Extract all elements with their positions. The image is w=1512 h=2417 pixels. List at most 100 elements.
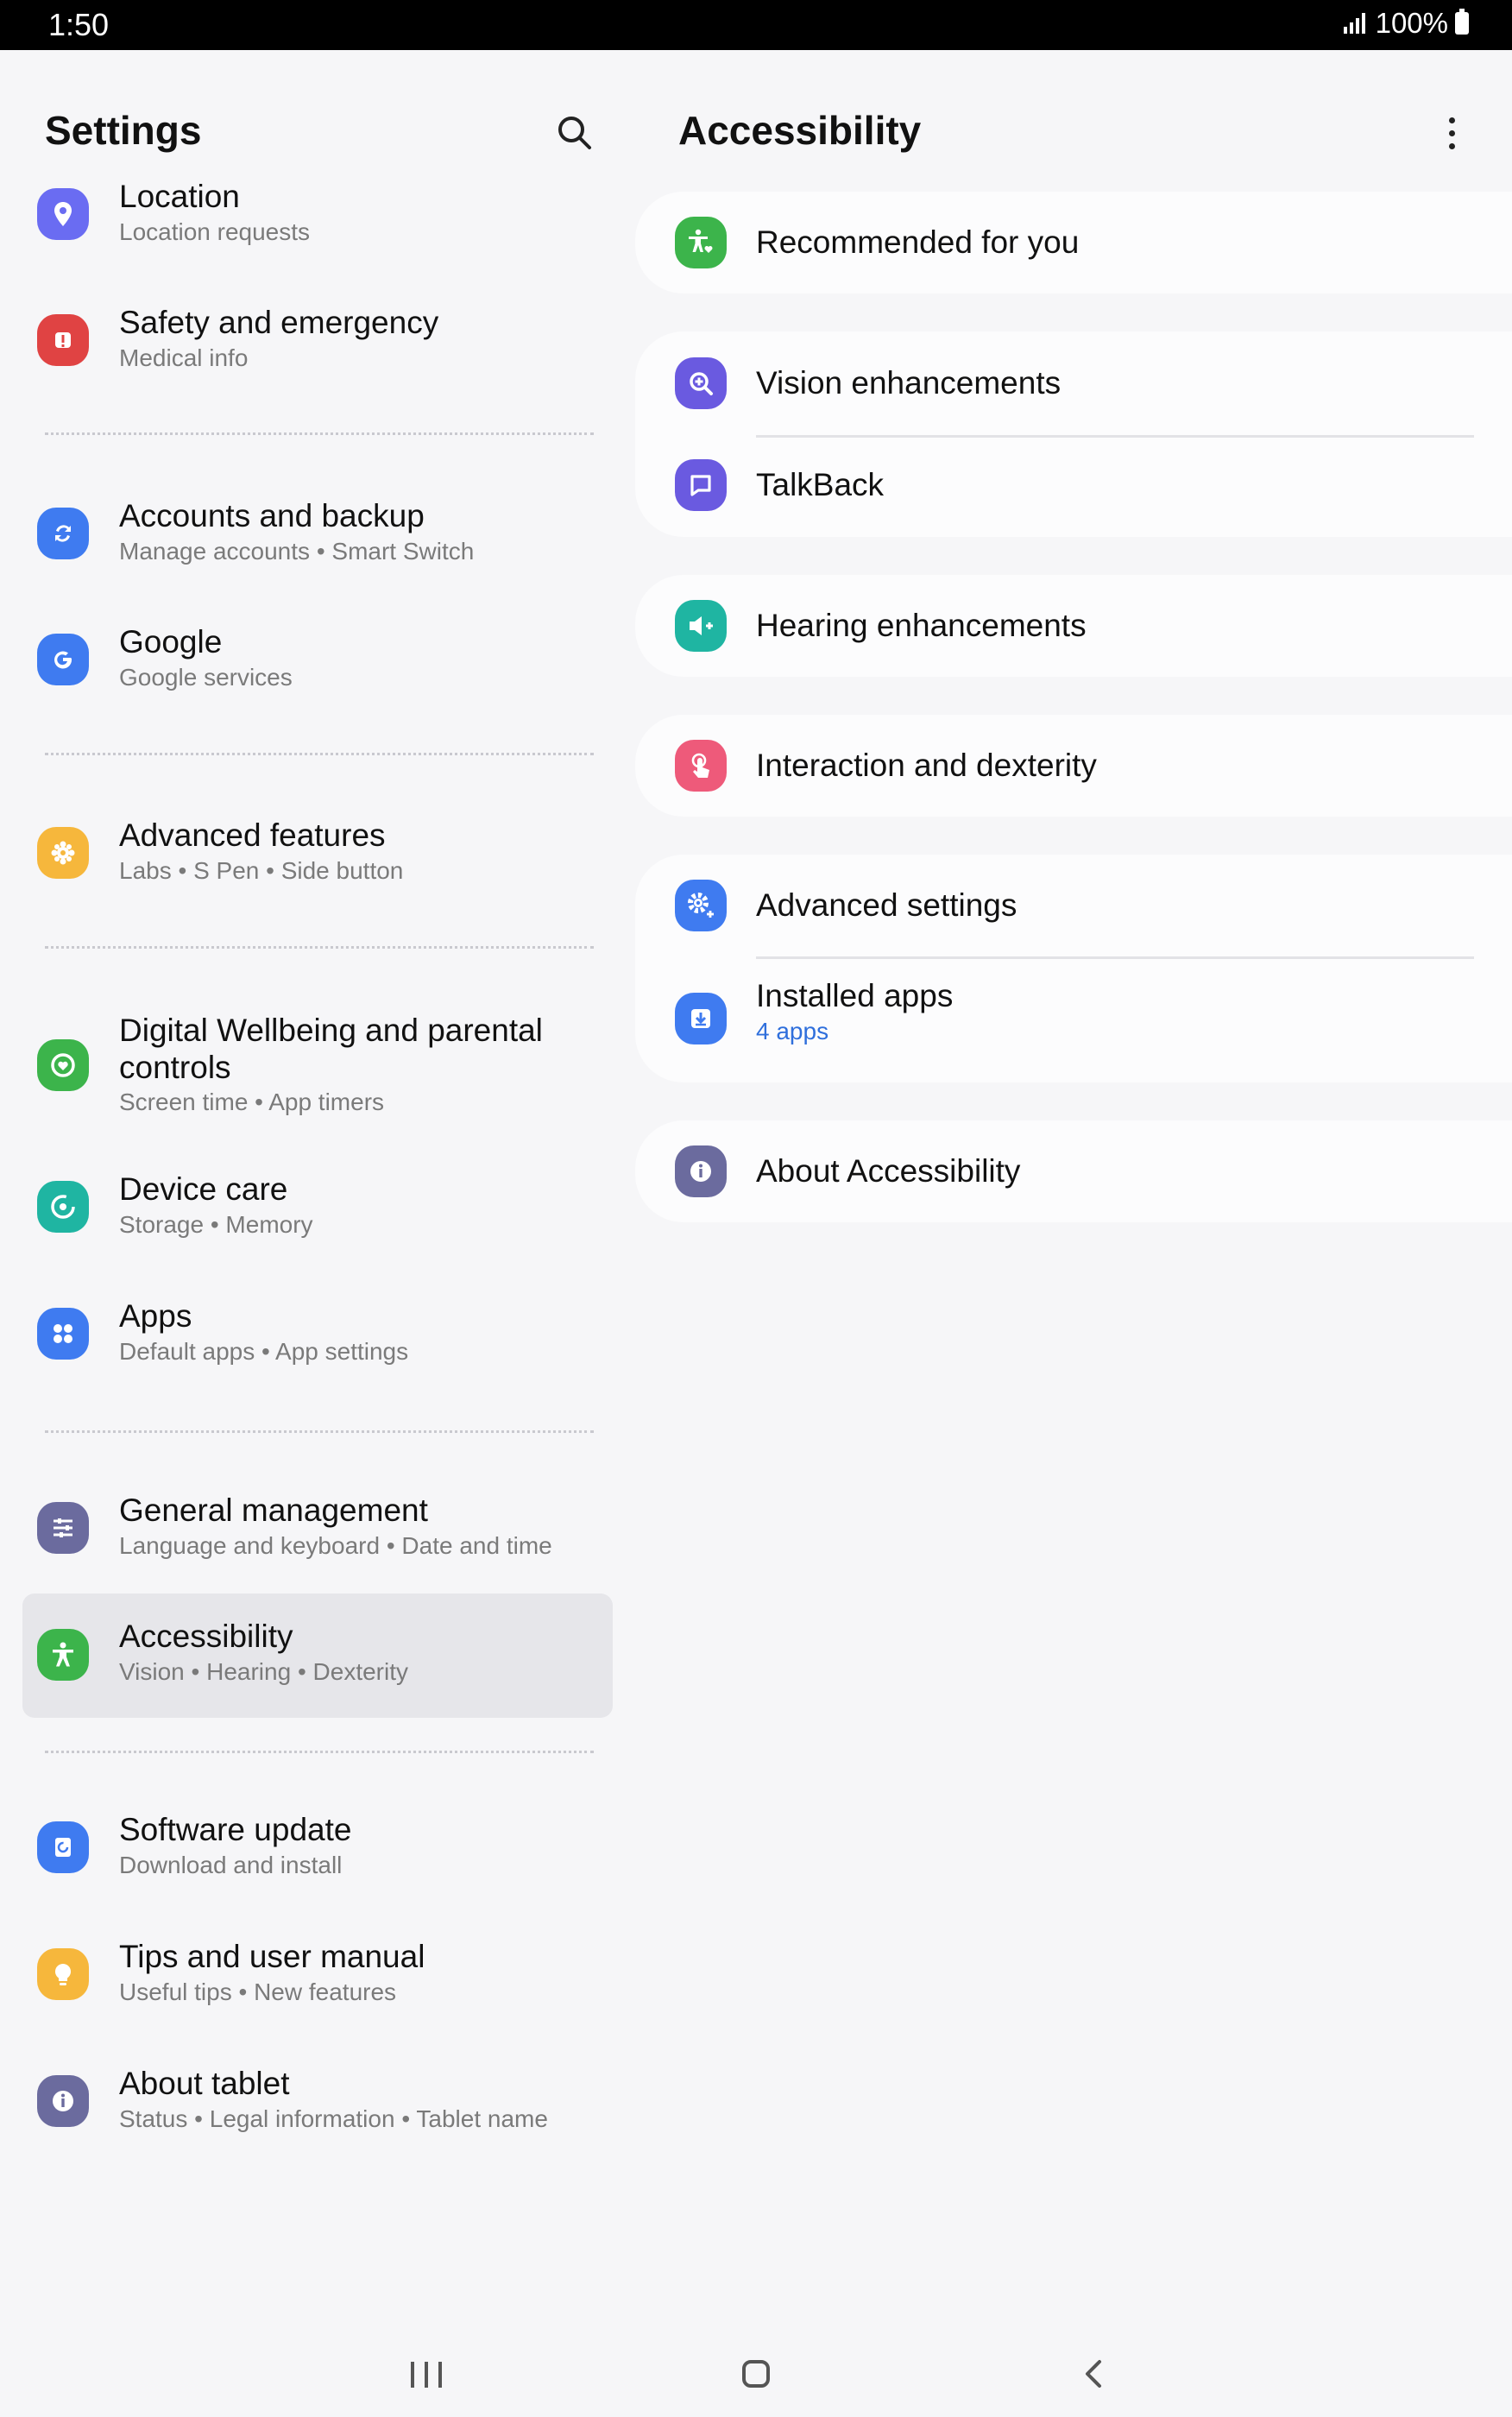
accessibility-heart-icon (675, 217, 727, 268)
gear-plus-icon (675, 880, 727, 931)
accessibility-icon (37, 1629, 89, 1681)
item-subtitle: Manage accounts • Smart Switch (119, 538, 475, 565)
accessibility-title: Accessibility (678, 108, 922, 153)
settings-item-apps[interactable]: Apps Default apps • App settings (22, 1287, 613, 1382)
item-title: Digital Wellbeing and parental controls (119, 1013, 543, 1085)
settings-item-device-care[interactable]: Device care Storage • Memory (22, 1160, 613, 1255)
item-subtitle: Useful tips • New features (119, 1978, 397, 2005)
item-title: Tips and user manual (119, 1939, 425, 1974)
google-icon (37, 634, 89, 685)
status-time: 1:50 (48, 7, 110, 42)
card-vision: Vision enhancements TalkBack (635, 331, 1512, 537)
card-recommended: Recommended for you (635, 192, 1512, 293)
item-subtitle: Labs • S Pen • Side button (119, 857, 404, 884)
heart-circle-icon (37, 1039, 89, 1091)
grid-dots-icon (37, 1308, 89, 1360)
item-subtitle: Location requests (119, 218, 311, 245)
item-subtitle: Google services (119, 664, 293, 691)
row-title: Vision enhancements (756, 365, 1062, 401)
row-recommended-for-you[interactable]: Recommended for you (635, 192, 1512, 293)
speaker-icon (675, 600, 727, 652)
row-hearing-enhancements[interactable]: Hearing enhancements (635, 575, 1512, 677)
touch-icon (675, 740, 727, 792)
alert-icon (37, 314, 89, 366)
row-title: Recommended for you (756, 224, 1080, 260)
item-subtitle: Download and install (119, 1852, 343, 1878)
card-about: About Accessibility (635, 1120, 1512, 1222)
settings-item-accessibility[interactable]: Accessibility Vision • Hearing • Dexteri… (22, 1593, 613, 1718)
status-right: 100% (1343, 7, 1469, 40)
item-subtitle: Screen time • App timers (119, 1089, 385, 1115)
settings-item-digital-wellbeing[interactable]: Digital Wellbeing and parental controls … (22, 1001, 613, 1131)
card-interaction: Interaction and dexterity (635, 715, 1512, 817)
sliders-icon (37, 1502, 89, 1554)
info-icon (37, 2075, 89, 2127)
item-subtitle: Status • Legal information • Tablet name (119, 2105, 548, 2132)
item-title: Device care (119, 1171, 288, 1207)
row-about-accessibility[interactable]: About Accessibility (635, 1120, 1512, 1222)
settings-item-tips[interactable]: Tips and user manual Useful tips • New f… (22, 1928, 613, 2023)
magnifier-icon (675, 357, 727, 409)
row-advanced-settings[interactable]: Advanced settings (635, 855, 1512, 956)
item-subtitle: Storage • Memory (119, 1211, 313, 1238)
download-box-icon (675, 993, 727, 1044)
item-subtitle: Language and keyboard • Date and time (119, 1532, 552, 1559)
update-icon (37, 1821, 89, 1873)
recent-apps-button[interactable] (411, 2362, 442, 2388)
item-subtitle: Medical info (119, 344, 249, 371)
item-title: Accounts and backup (119, 498, 425, 533)
settings-item-safety[interactable]: Safety and emergency Medical info (22, 293, 613, 388)
settings-item-google[interactable]: Google Google services (22, 613, 613, 708)
back-button[interactable] (1077, 2357, 1112, 2391)
settings-item-general-management[interactable]: General management Language and keyboard… (22, 1481, 613, 1576)
row-title: TalkBack (756, 467, 885, 502)
location-pin-icon (37, 188, 89, 240)
item-title: Advanced features (119, 817, 386, 853)
sync-icon (37, 508, 89, 559)
divider (45, 946, 594, 949)
signal-icon (1343, 13, 1365, 34)
settings-item-advanced-features[interactable]: Advanced features Labs • S Pen • Side bu… (22, 806, 613, 901)
item-title: Safety and emergency (119, 305, 439, 340)
search-icon (558, 117, 591, 149)
item-title: Software update (119, 1812, 352, 1847)
item-title: Apps (119, 1298, 192, 1334)
item-subtitle: Default apps • App settings (119, 1338, 409, 1365)
row-title: Interaction and dexterity (756, 748, 1097, 783)
info-icon (675, 1145, 727, 1197)
row-title: Advanced settings (756, 887, 1017, 923)
speech-bubble-icon (675, 459, 727, 511)
back-icon (1086, 2360, 1101, 2388)
installed-apps-count: 4 apps (756, 1018, 829, 1044)
card-advanced: Advanced settings Installed apps 4 apps (635, 855, 1512, 1082)
battery-icon (1455, 9, 1469, 35)
refresh-circle-icon (37, 1181, 89, 1233)
more-vert-icon (1448, 117, 1455, 149)
row-title: Hearing enhancements (756, 608, 1087, 643)
row-vision-enhancements[interactable]: Vision enhancements (635, 331, 1512, 435)
row-title: Installed apps (756, 978, 954, 1013)
settings-item-accounts[interactable]: Accounts and backup Manage accounts • Sm… (22, 487, 613, 582)
card-hearing: Hearing enhancements (635, 575, 1512, 677)
settings-item-about-tablet[interactable]: About tablet Status • Legal information … (22, 2054, 613, 2149)
item-title: Location (119, 179, 240, 214)
row-talkback[interactable]: TalkBack (635, 435, 1512, 537)
row-interaction-dexterity[interactable]: Interaction and dexterity (635, 715, 1512, 817)
search-button[interactable] (552, 110, 597, 155)
settings-item-software-update[interactable]: Software update Download and install (22, 1801, 613, 1896)
status-bar: 1:50 100% (0, 0, 1512, 50)
divider (45, 753, 594, 755)
row-installed-apps[interactable]: Installed apps 4 apps (635, 956, 1512, 1082)
item-title: Google (119, 624, 223, 659)
more-options-button[interactable] (1433, 110, 1471, 155)
settings-item-location[interactable]: Location Location requests (22, 173, 613, 259)
home-button[interactable] (742, 2360, 770, 2388)
item-title: Accessibility (119, 1619, 293, 1654)
puzzle-icon (37, 827, 89, 879)
navigation-bar (0, 2331, 1512, 2417)
divider (45, 1430, 594, 1433)
battery-percent: 100% (1375, 7, 1448, 39)
divider (45, 432, 594, 435)
row-title: About Accessibility (756, 1153, 1021, 1189)
item-subtitle: Vision • Hearing • Dexterity (119, 1658, 409, 1685)
